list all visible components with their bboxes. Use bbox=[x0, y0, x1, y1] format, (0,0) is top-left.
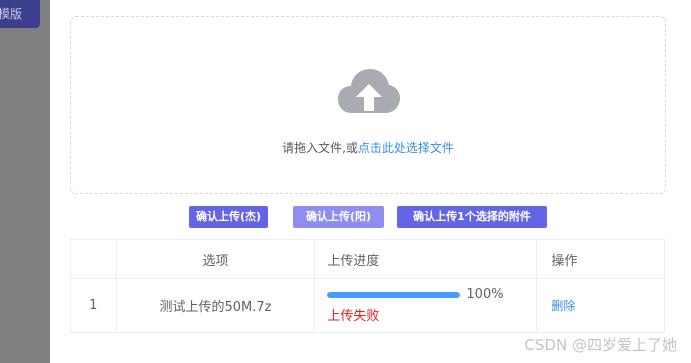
header-index bbox=[70, 239, 117, 279]
table-row: 1 测试上传的50M.7z 100% 上传失败 删除 bbox=[70, 278, 665, 333]
confirm-upload-yang-button[interactable]: 确认上传(阳) bbox=[293, 206, 384, 228]
table-header-row: 选项 上传进度 操作 bbox=[70, 239, 665, 279]
dropzone-prompt: 请拖入文件,或 bbox=[282, 141, 358, 155]
upload-status: 上传失败 bbox=[327, 309, 380, 324]
background-template-button[interactable]: 模版 bbox=[0, 0, 40, 28]
progress-track bbox=[327, 291, 461, 298]
dropzone-text: 请拖入文件,或点击此处选择文件 bbox=[71, 139, 665, 156]
upload-dropzone[interactable]: 请拖入文件,或点击此处选择文件 bbox=[70, 16, 666, 194]
modal-backdrop: 模版 bbox=[0, 0, 50, 363]
progress-percent: 100% bbox=[466, 287, 504, 302]
delete-link[interactable]: 删除 bbox=[551, 299, 575, 313]
header-progress: 上传进度 bbox=[314, 239, 538, 279]
header-actions: 操作 bbox=[536, 239, 665, 279]
watermark: CSDN @四岁爱上了她 bbox=[524, 336, 677, 354]
row-index: 1 bbox=[70, 278, 117, 333]
select-file-link[interactable]: 点击此处选择文件 bbox=[358, 141, 454, 155]
confirm-upload-selected-button[interactable]: 确认上传1个选择的附件 bbox=[397, 206, 547, 228]
cloud-upload-icon bbox=[338, 69, 400, 113]
progress-fill bbox=[327, 291, 461, 298]
upload-dialog: 请拖入文件,或点击此处选择文件 确认上传(杰) 确认上传(阳) 确认上传1个选择… bbox=[50, 0, 691, 363]
row-file-name: 测试上传的50M.7z bbox=[115, 278, 316, 333]
row-actions-cell: 删除 bbox=[536, 278, 665, 333]
confirm-upload-jie-button[interactable]: 确认上传(杰) bbox=[189, 206, 268, 228]
progress-bar: 100% bbox=[327, 287, 536, 302]
upload-table: 选项 上传进度 操作 1 测试上传的50M.7z 100% 上传失败 删除 bbox=[70, 239, 665, 333]
action-buttons: 确认上传(杰) 确认上传(阳) 确认上传1个选择的附件 bbox=[50, 206, 691, 228]
header-option: 选项 bbox=[115, 239, 316, 279]
page: 模版 请拖入文件,或点击此处选择文件 确认上传(杰) 确认上传(阳) 确认上传1… bbox=[0, 0, 691, 363]
row-progress-cell: 100% 上传失败 bbox=[314, 278, 538, 333]
